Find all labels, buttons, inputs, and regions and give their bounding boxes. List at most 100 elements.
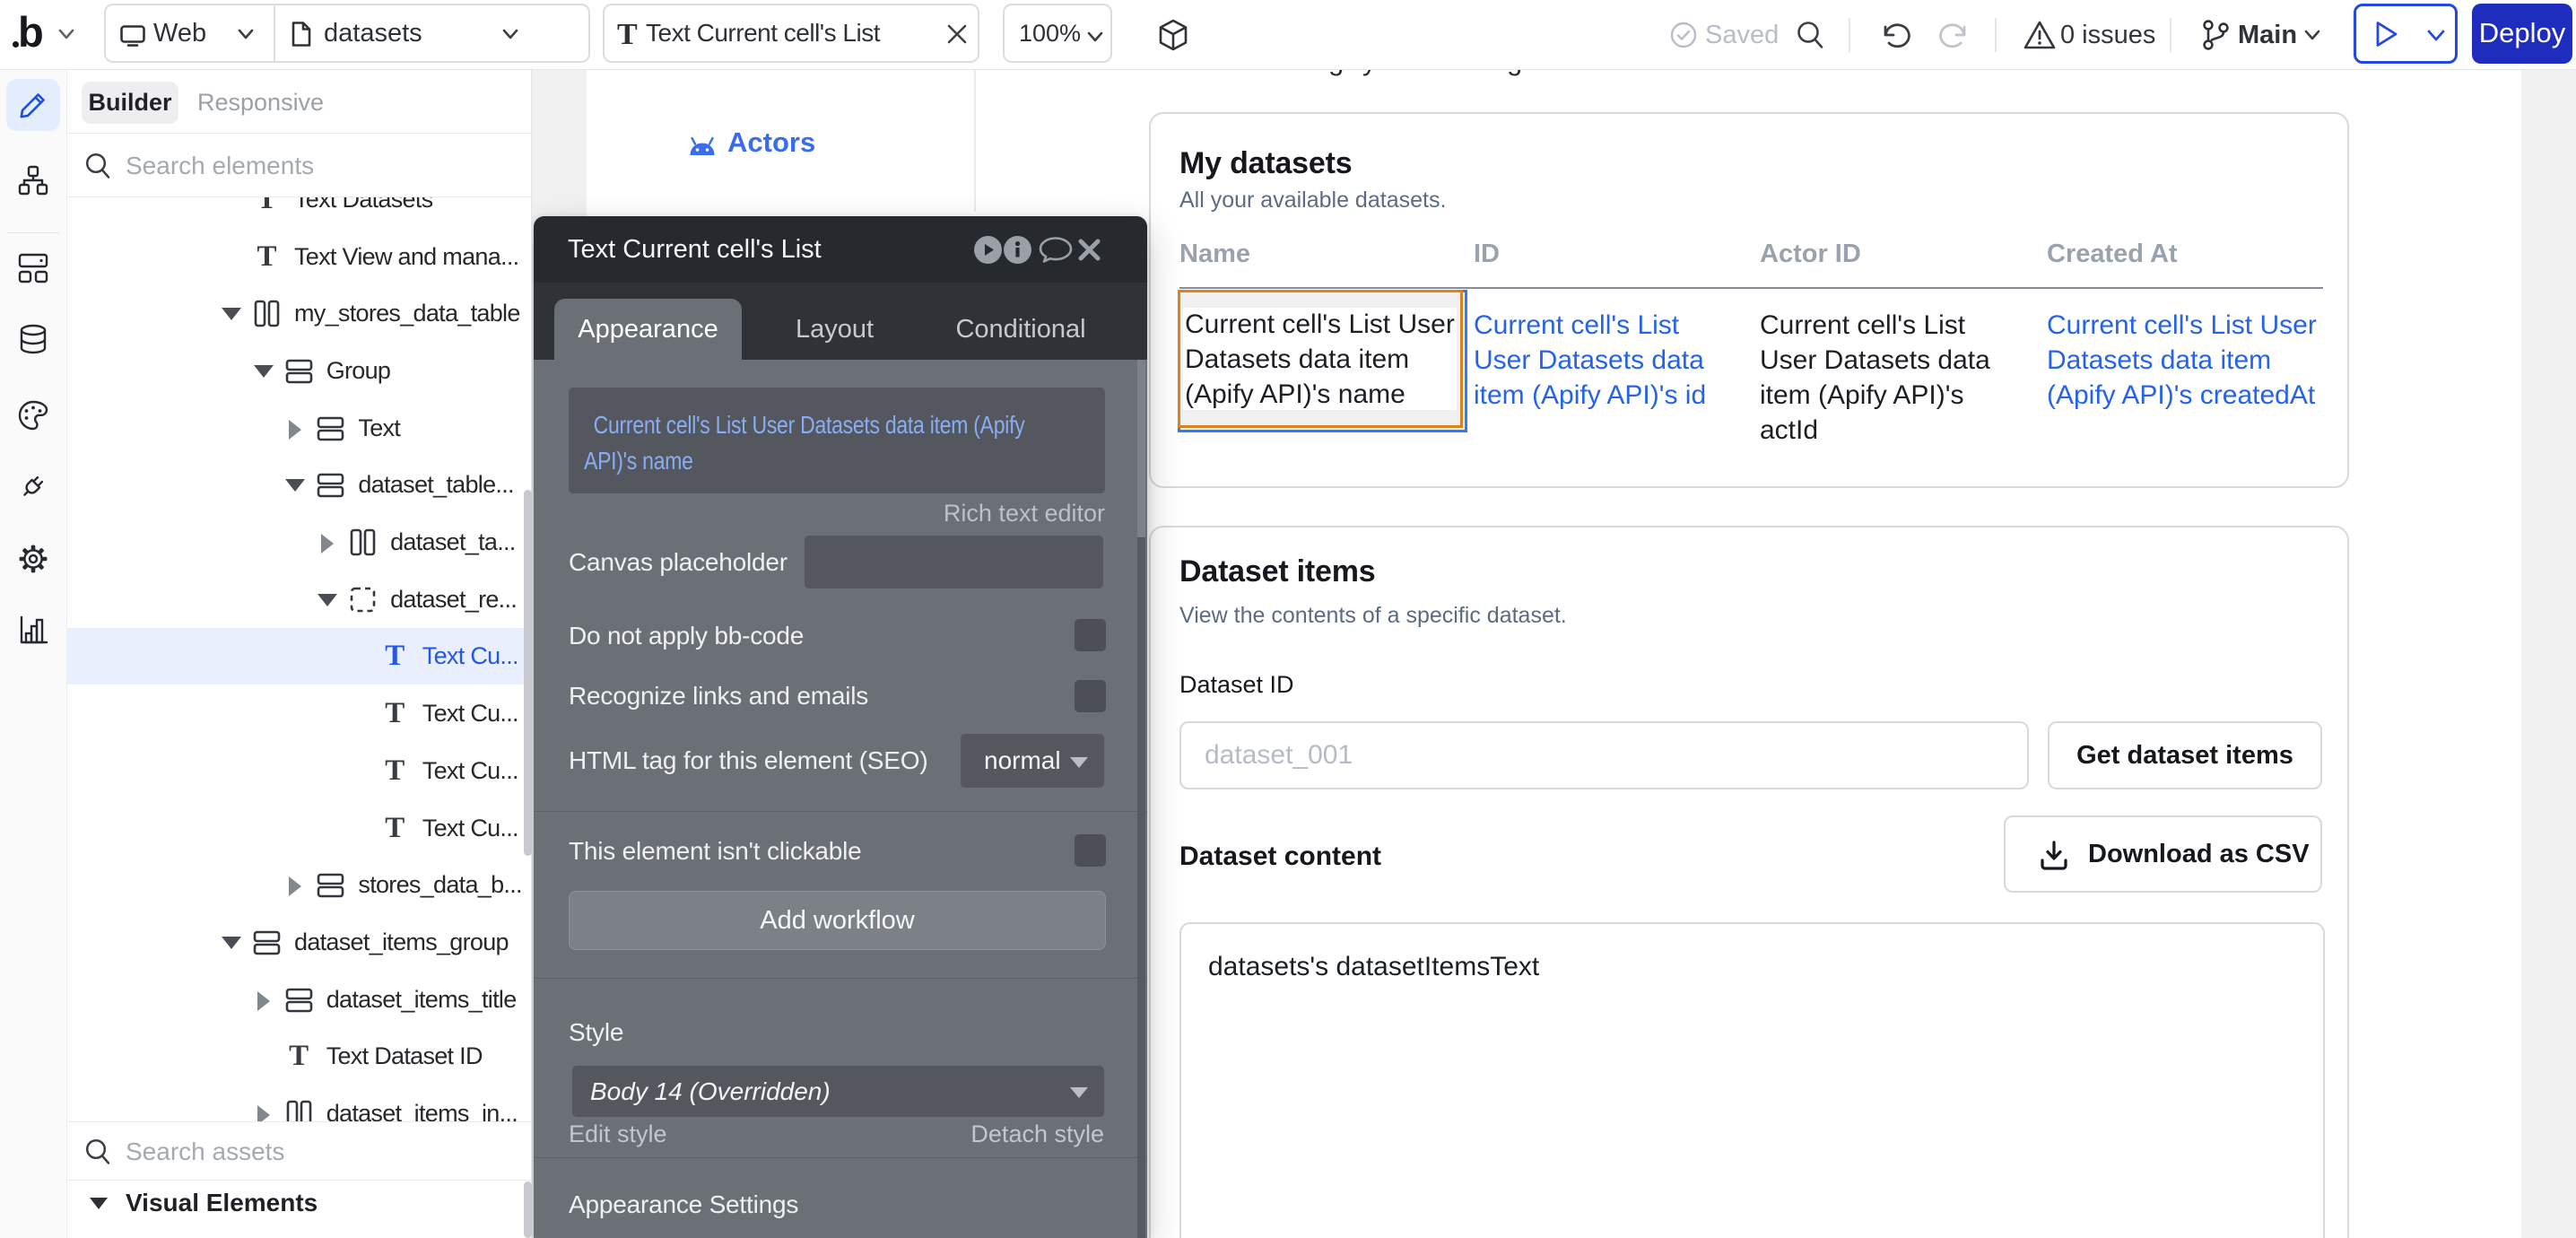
cell-actor-id[interactable]: Current cell's List User Datasets data i… <box>1760 308 2011 448</box>
bubble-logo[interactable]: b <box>18 7 59 61</box>
tree-item-stores-data-b[interactable]: stores_data_b... <box>67 857 531 913</box>
components-blocks-icon[interactable] <box>18 253 48 283</box>
caret-down-icon[interactable] <box>318 594 337 606</box>
dataset-id-input[interactable]: dataset_001 <box>1179 721 2029 789</box>
branch-chevron-down-icon[interactable] <box>2302 25 2323 45</box>
tree-item-text-view-and-mana[interactable]: TText View and mana... <box>67 229 531 285</box>
tree-item-label: Text Cu... <box>422 800 518 857</box>
deploy-button[interactable]: Deploy <box>2472 4 2572 64</box>
tree-item-text-cu[interactable]: TText Cu... <box>67 685 531 742</box>
tree-item-dataset-ta[interactable]: dataset_ta... <box>67 514 531 571</box>
inspector-close-icon[interactable] <box>1077 238 1101 262</box>
inspector-comment-icon[interactable] <box>1039 236 1073 265</box>
element-chip-close-icon[interactable] <box>945 22 969 46</box>
caret-right-icon[interactable] <box>257 1105 270 1121</box>
dataset-content-box[interactable]: datasets's datasetItemsText <box>1179 922 2325 1238</box>
selected-element-chip[interactable]: T Text Current cell's List <box>603 4 979 63</box>
html-tag-dropdown[interactable]: normal <box>961 734 1104 788</box>
bb-code-checkbox[interactable] <box>1075 619 1106 651</box>
inspector-play-icon[interactable] <box>974 236 1002 264</box>
caret-down-icon[interactable] <box>254 365 274 378</box>
caret-down-icon[interactable] <box>285 479 305 492</box>
page-chevron-down-icon[interactable] <box>500 25 520 43</box>
branch-name[interactable]: Main <box>2238 21 2297 50</box>
detach-style-link[interactable]: Detach style <box>970 1120 1104 1148</box>
search-icon[interactable] <box>1797 21 1823 49</box>
my-datasets-subtitle: All your available datasets. <box>1179 187 1446 214</box>
tree-item-label: my_stores_data_table <box>294 285 520 342</box>
rich-text-editor-link[interactable]: Rich text editor <box>944 500 1105 527</box>
caret-down-icon[interactable] <box>222 308 241 320</box>
inspector-titlebar[interactable]: Text Current cell's List <box>534 216 1147 283</box>
tree-item-dataset-re[interactable]: dataset_re... <box>67 571 531 628</box>
actors-label: Actors <box>727 126 815 159</box>
tree-item-text-cu[interactable]: TText Cu... <box>67 628 531 684</box>
workflow-sitemap-icon[interactable] <box>18 165 48 196</box>
style-dropdown[interactable]: Body 14 (Overridden) <box>572 1066 1104 1117</box>
tab-layout[interactable]: Layout <box>742 299 927 360</box>
tab-builder[interactable]: Builder <box>82 82 178 124</box>
cell-id[interactable]: Current cell's List User Datasets data i… <box>1474 308 1725 413</box>
caret-down-icon[interactable] <box>222 937 241 949</box>
download-csv-button[interactable]: Download as CSV <box>2004 815 2322 893</box>
cell-name[interactable]: Current cell's List User Datasets data i… <box>1185 307 1458 412</box>
undo-icon[interactable] <box>1879 20 1913 50</box>
tree-item-text-cu[interactable]: TText Cu... <box>67 743 531 799</box>
plugins-plug-icon[interactable] <box>18 471 48 501</box>
caret-right-icon[interactable] <box>289 876 301 896</box>
links-emails-checkbox[interactable] <box>1075 680 1106 712</box>
preview-button[interactable] <box>2354 4 2458 64</box>
inspector-scrollbar-thumb[interactable] <box>1137 360 1145 537</box>
tree-item-text-datasets[interactable]: TText Datasets <box>67 197 531 228</box>
redo-icon[interactable] <box>1936 20 1971 50</box>
logo-chevron-down-icon[interactable] <box>56 23 77 45</box>
canvas-placeholder-input[interactable] <box>805 536 1103 588</box>
data-database-icon[interactable] <box>18 324 48 354</box>
rich-text-field[interactable]: Current cell's List User Datasets data i… <box>569 388 1105 493</box>
text-element-icon: T <box>252 242 282 272</box>
tree-item-text-dataset-id[interactable]: TText Dataset ID <box>67 1028 531 1085</box>
dataset-items-title: Dataset items <box>1179 554 1376 589</box>
styles-palette-icon[interactable] <box>18 400 48 431</box>
preview-cube-icon[interactable] <box>1158 19 1188 51</box>
inspector-info-icon[interactable] <box>1004 236 1031 264</box>
issues-count[interactable]: 0 issues <box>2060 21 2155 50</box>
assets-scrollbar-thumb[interactable] <box>524 1181 532 1238</box>
search-assets-input[interactable]: Search assets <box>126 1122 284 1181</box>
tree-item-dataset-table[interactable]: dataset_table... <box>67 457 531 513</box>
visual-elements-section[interactable]: Visual Elements <box>67 1181 531 1238</box>
get-dataset-items-button[interactable]: Get dataset items <box>2048 721 2322 789</box>
caret-right-icon[interactable] <box>321 534 334 554</box>
tab-responsive[interactable]: Responsive <box>197 82 324 124</box>
preview-chevron-down-icon[interactable] <box>2424 26 2448 46</box>
tree-item-text[interactable]: Text <box>67 400 531 457</box>
add-workflow-button[interactable]: Add workflow <box>569 891 1106 950</box>
group-element-icon <box>316 470 345 500</box>
top-toolbar: b Web datasets T Text Current cell's Lis… <box>0 0 2576 70</box>
search-elements-input[interactable]: Search elements <box>126 134 314 197</box>
platform-chevron-down-icon[interactable] <box>236 25 256 43</box>
zoom-selector[interactable]: 100% <box>1003 4 1112 63</box>
tree-item-dataset-items-group[interactable]: dataset_items_group <box>67 914 531 971</box>
tab-appearance[interactable]: Appearance <box>554 299 742 360</box>
tree-scrollbar-thumb[interactable] <box>524 490 532 856</box>
page-select-label[interactable]: datasets <box>324 19 422 48</box>
logs-chart-icon[interactable] <box>19 615 48 645</box>
tab-conditional[interactable]: Conditional <box>927 299 1114 360</box>
edit-style-link[interactable]: Edit style <box>569 1120 667 1148</box>
search-elements-icon <box>85 153 110 179</box>
tree-item-text-cu[interactable]: TText Cu... <box>67 800 531 857</box>
selected-cell-orange-highlight[interactable]: Current cell's List User Datasets data i… <box>1178 290 1463 428</box>
platform-select-label[interactable]: Web <box>153 19 206 48</box>
tree-item-dataset-items-in[interactable]: dataset_items_in... <box>67 1085 531 1121</box>
cell-created-at[interactable]: Current cell's List User Datasets data i… <box>2047 308 2334 413</box>
tree-item-my-stores-data-table[interactable]: my_stores_data_table <box>67 285 531 342</box>
caret-right-icon[interactable] <box>289 420 301 440</box>
caret-right-icon[interactable] <box>257 991 270 1011</box>
actors-nav-item[interactable]: Actors <box>688 135 717 156</box>
not-clickable-checkbox[interactable] <box>1075 834 1106 867</box>
settings-gear-icon[interactable] <box>18 544 48 574</box>
tree-item-dataset-items-title[interactable]: dataset_items_title <box>67 972 531 1028</box>
tree-item-group[interactable]: Group <box>67 343 531 399</box>
design-pencil-icon[interactable] <box>19 90 48 119</box>
